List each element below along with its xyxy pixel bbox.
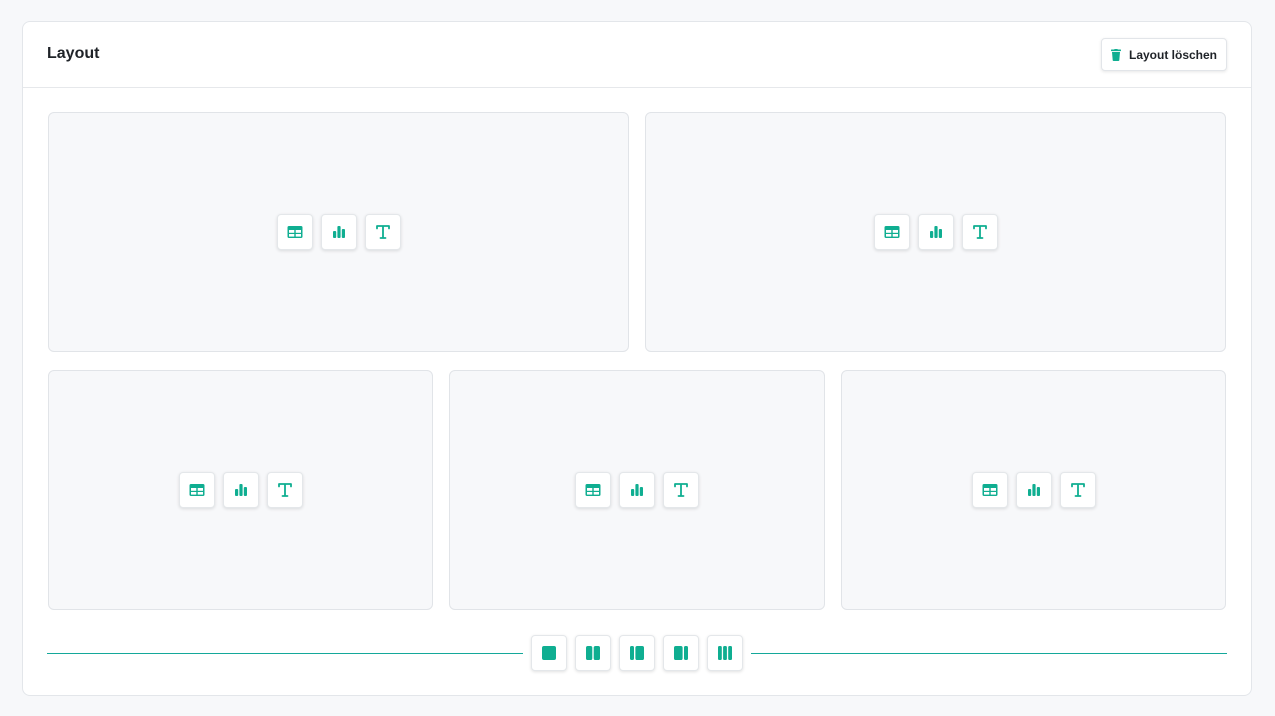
insert-table-button[interactable] <box>178 472 215 508</box>
divider-right <box>751 653 1227 654</box>
text-icon <box>1069 481 1087 499</box>
card-header: Layout Layout löschen <box>23 22 1251 88</box>
divider-left <box>47 653 523 654</box>
bar-chart-icon <box>927 223 945 241</box>
clear-layout-label: Layout löschen <box>1128 47 1217 62</box>
insert-chart-button[interactable] <box>917 214 954 250</box>
layout-picker <box>531 635 743 671</box>
table-icon <box>584 481 602 499</box>
text-icon <box>374 223 392 241</box>
drop-zone[interactable] <box>449 370 825 610</box>
bar-chart-icon <box>330 223 348 241</box>
table-icon <box>883 223 901 241</box>
drop-zone[interactable] <box>841 370 1226 610</box>
layout-1-col-icon <box>540 644 558 662</box>
layout-two-columns[interactable] <box>575 635 611 671</box>
bar-chart-icon <box>232 481 250 499</box>
insert-table-button[interactable] <box>276 214 313 250</box>
insert-table-button[interactable] <box>873 214 910 250</box>
text-icon <box>971 223 989 241</box>
bar-chart-icon <box>1025 481 1043 499</box>
insert-chart-button[interactable] <box>222 472 259 508</box>
table-icon <box>286 223 304 241</box>
clear-layout-button[interactable]: Layout löschen <box>1101 38 1227 71</box>
page-title: Layout <box>47 45 100 62</box>
table-icon <box>188 481 206 499</box>
text-icon <box>276 481 294 499</box>
layout-3-col-icon <box>716 644 734 662</box>
layout-2-col-icon <box>584 644 602 662</box>
layout-three-columns[interactable] <box>707 635 743 671</box>
insert-text-button[interactable] <box>663 472 699 508</box>
insert-chart-button[interactable] <box>320 214 357 250</box>
layout-left-narrow-icon <box>628 644 646 662</box>
insert-text-button[interactable] <box>961 214 998 250</box>
trash-icon <box>1110 48 1121 61</box>
insert-table-button[interactable] <box>575 472 611 508</box>
insert-text-button[interactable] <box>364 214 401 250</box>
insert-chart-button[interactable] <box>619 472 655 508</box>
insert-table-button[interactable] <box>971 472 1008 508</box>
layout-right-narrow-icon <box>672 644 690 662</box>
drop-zone[interactable] <box>48 112 629 352</box>
layout-single-column[interactable] <box>531 635 567 671</box>
insert-text-button[interactable] <box>1059 472 1096 508</box>
drop-zone[interactable] <box>48 370 433 610</box>
layout-right-narrow[interactable] <box>663 635 699 671</box>
bar-chart-icon <box>628 481 646 499</box>
insert-chart-button[interactable] <box>1015 472 1052 508</box>
text-icon <box>672 481 690 499</box>
insert-text-button[interactable] <box>266 472 303 508</box>
table-icon <box>981 481 999 499</box>
drop-zone[interactable] <box>645 112 1226 352</box>
layout-left-narrow[interactable] <box>619 635 655 671</box>
